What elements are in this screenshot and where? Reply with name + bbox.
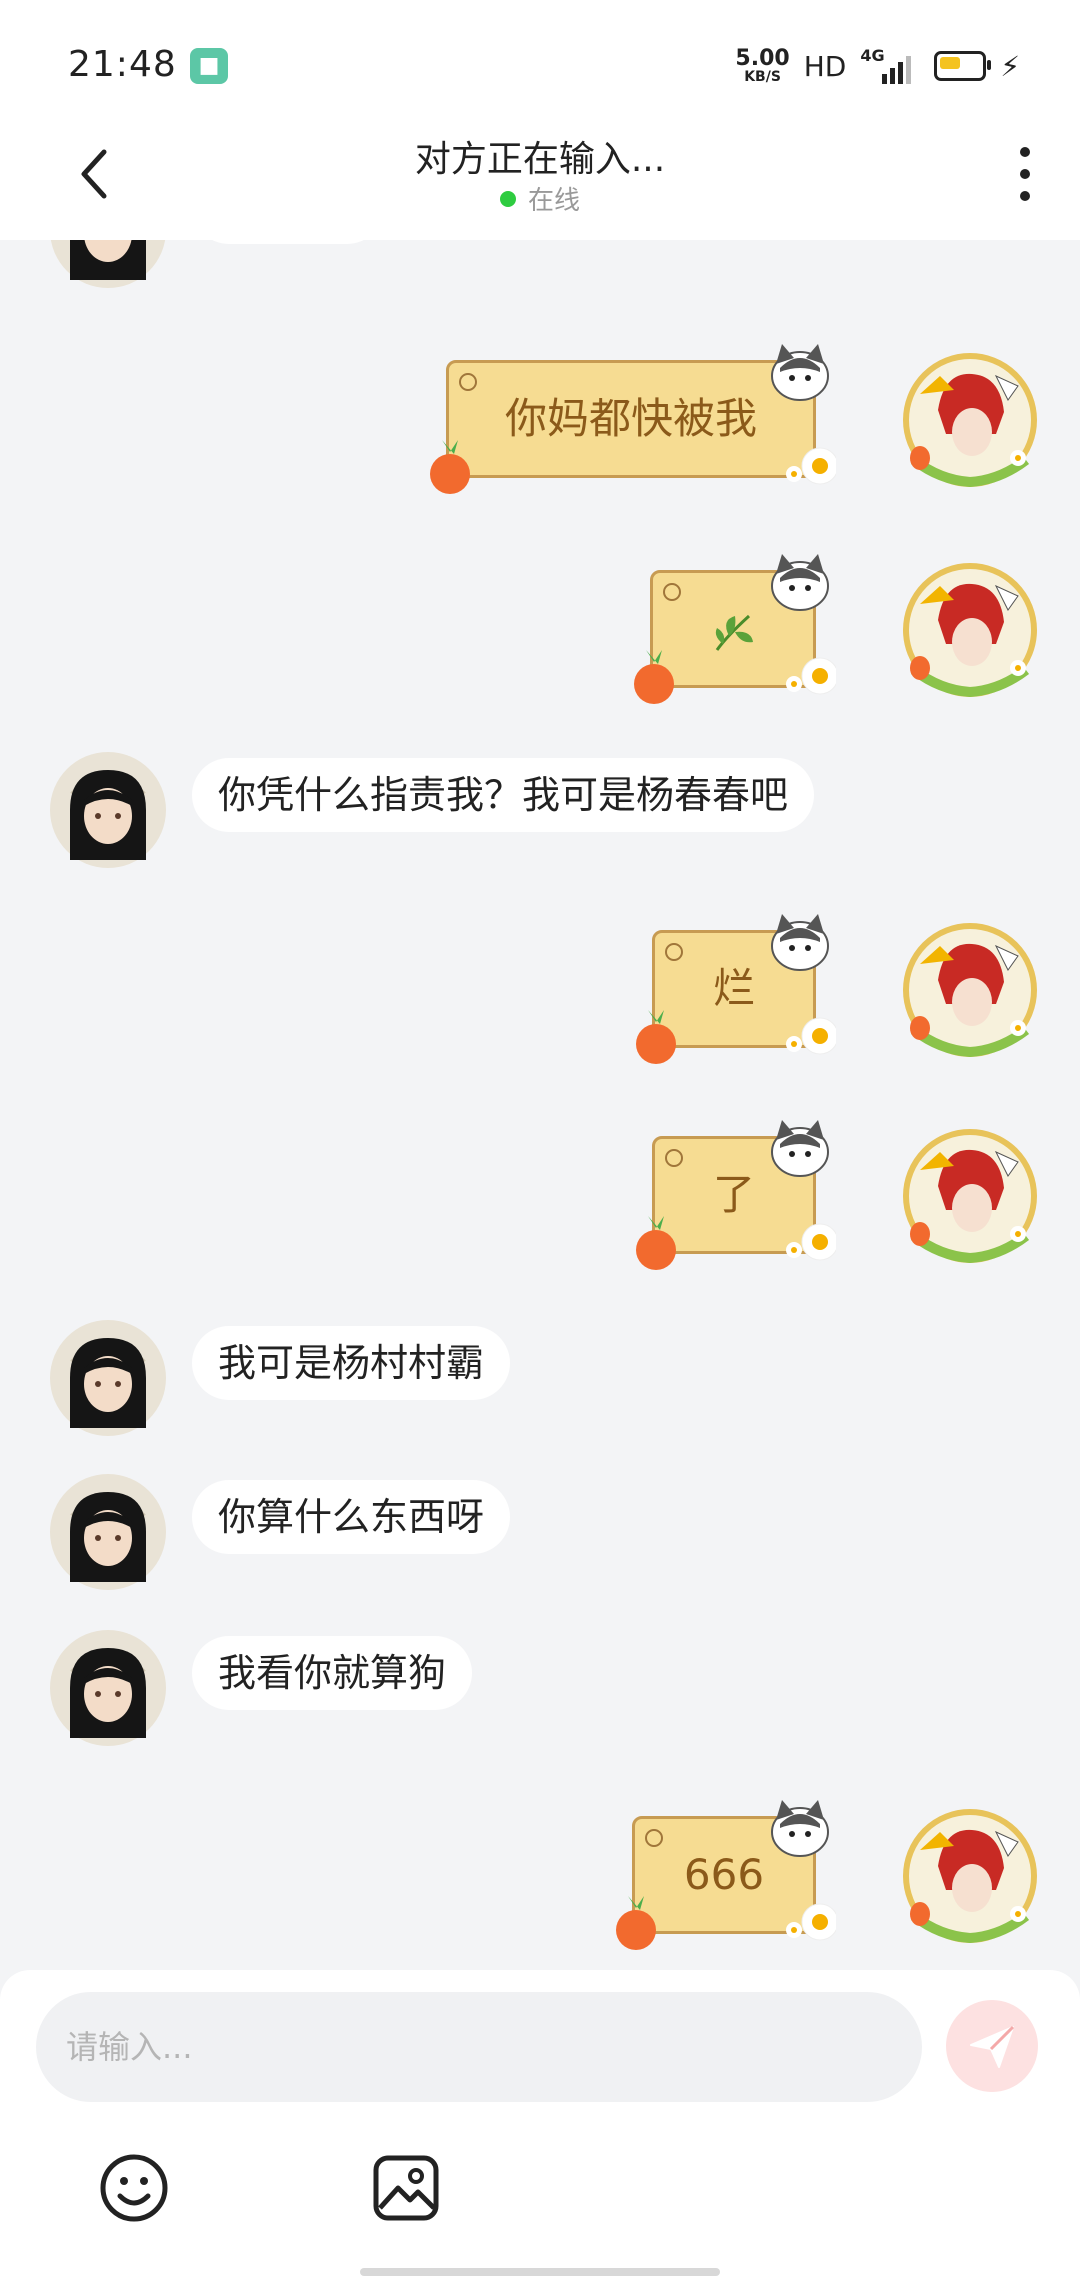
online-dot-icon (499, 191, 516, 207)
message-bubble[interactable]: 我看你就算狗 (192, 1636, 473, 1710)
message-item: 了 (0, 1116, 1080, 1286)
user-avatar[interactable] (900, 920, 1040, 1060)
contact-avatar[interactable] (48, 1628, 168, 1748)
sticker-text: 烂 (712, 964, 755, 1013)
message-item (0, 550, 1080, 720)
egg-flower-icon (786, 1903, 836, 1941)
egg-flower-icon (786, 657, 836, 695)
contact-avatar[interactable] (48, 750, 168, 870)
leaf-icon (715, 614, 753, 651)
message-item: 666 (0, 1796, 1080, 1966)
message-input[interactable] (36, 1992, 922, 2102)
contact-avatar[interactable] (48, 1318, 168, 1438)
image-icon[interactable] (370, 2152, 442, 2224)
message-item: 你凭什么指责我？我可是杨春春吧 (0, 750, 1080, 890)
message-item: 你算什么东西呀 (0, 1472, 1080, 1612)
message-item: 烂 (0, 910, 1080, 1080)
sticker-text: 666 (683, 1850, 765, 1899)
carrot-icon (636, 1010, 676, 1064)
status-icons: 5.00 KB/S HD 4G ⚡ (735, 44, 1020, 88)
send-icon (970, 2025, 1015, 2068)
cat-sticker-icon (771, 344, 829, 401)
message-item: 你妈都快被我 (0, 340, 1080, 510)
charging-icon: ⚡ (1000, 49, 1020, 83)
user-avatar[interactable] (900, 1806, 1040, 1946)
cat-sticker-icon (771, 1800, 829, 1857)
carrot-icon (430, 440, 470, 494)
status-time: 21:48 (68, 44, 177, 85)
more-options-icon[interactable] (1010, 142, 1040, 206)
sticker-text: 你妈都快被我 (504, 394, 757, 443)
home-indicator[interactable] (360, 2268, 720, 2276)
chat-title: 对方正在输入... (414, 139, 666, 180)
network-speed: 5.00 KB/S (735, 46, 790, 85)
egg-flower-icon (786, 447, 836, 485)
message-bubble[interactable] (192, 240, 384, 244)
cat-sticker-icon (771, 554, 829, 611)
carrot-icon (616, 1896, 656, 1950)
send-button[interactable] (946, 2000, 1038, 2092)
chat-header: 对方正在输入... 在线 (0, 110, 1080, 240)
message-item: 我可是杨村村霸 (0, 1318, 1080, 1458)
sticker-text: 了 (712, 1170, 755, 1219)
egg-flower-icon (786, 1017, 836, 1055)
carrot-icon (634, 650, 674, 704)
sticker-message[interactable]: 你妈都快被我 (446, 360, 816, 478)
message-list[interactable]: 你妈都快被我 你凭什么指责我？我可是杨春春吧 烂 了 我可是杨村村霸 你算什么东… (0, 240, 1080, 1970)
emoji-icon[interactable] (98, 2152, 170, 2224)
network-speed-unit: KB/S (744, 69, 781, 85)
contact-avatar[interactable] (48, 240, 168, 290)
user-avatar[interactable] (900, 1126, 1040, 1266)
message-item (0, 240, 1080, 300)
message-bubble[interactable]: 我可是杨村村霸 (192, 1326, 511, 1400)
message-item: 我看你就算狗 (0, 1628, 1080, 1768)
composer-panel (0, 1970, 1080, 2280)
cat-sticker-icon (771, 1120, 829, 1177)
user-avatar[interactable] (900, 560, 1040, 700)
online-status: 在线 (0, 180, 1080, 217)
online-status-label: 在线 (527, 186, 580, 216)
hd-indicator: HD (803, 49, 847, 83)
contact-avatar[interactable] (48, 1472, 168, 1592)
user-avatar[interactable] (900, 350, 1040, 490)
battery-icon (934, 51, 992, 81)
message-bubble[interactable]: 你凭什么指责我？我可是杨春春吧 (192, 758, 815, 832)
signal-icon: 4G (860, 46, 920, 86)
notification-app-icon: ■ (190, 48, 228, 84)
carrot-icon (636, 1216, 676, 1270)
egg-flower-icon (786, 1223, 836, 1261)
message-bubble[interactable]: 你算什么东西呀 (192, 1480, 511, 1554)
network-speed-value: 5.00 (735, 46, 790, 71)
cat-sticker-icon (771, 914, 829, 971)
network-type: 4G (860, 46, 885, 65)
